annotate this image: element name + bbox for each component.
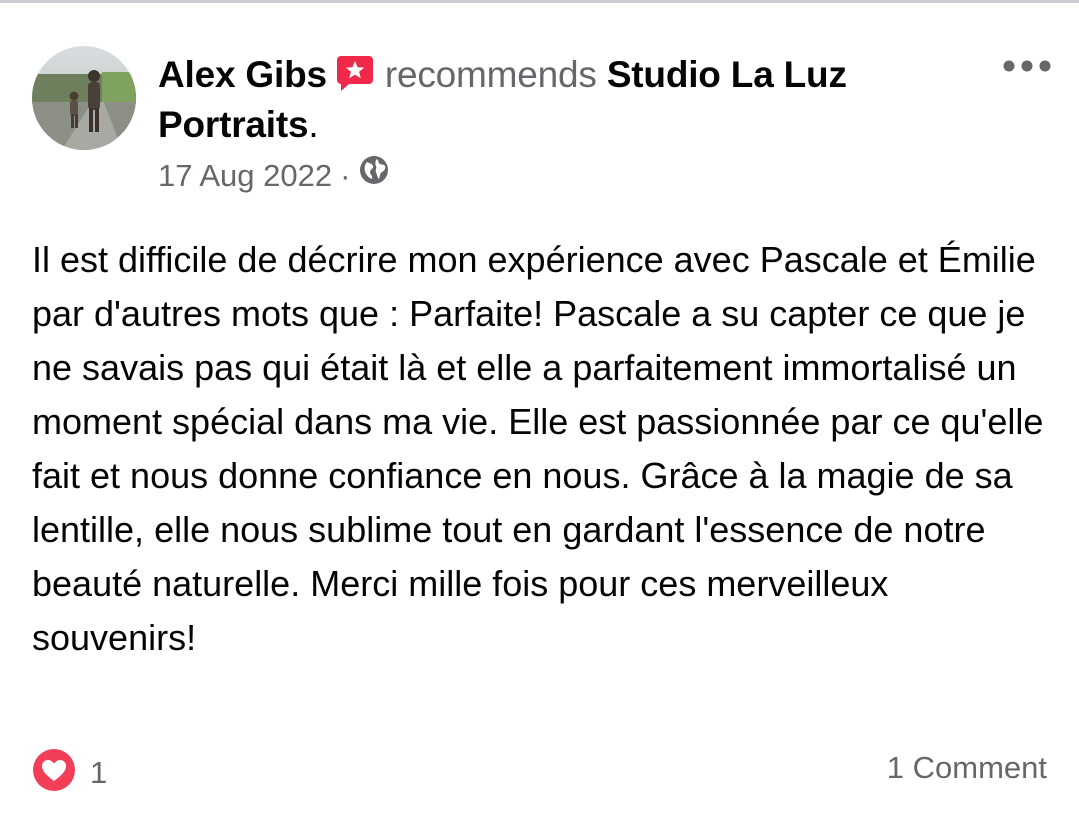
reactions-summary[interactable]: 1 bbox=[32, 748, 107, 797]
post-header: Alex Gibs recommends Studio La Luz Portr… bbox=[158, 50, 958, 150]
avatar[interactable] bbox=[32, 46, 136, 150]
reaction-count: 1 bbox=[90, 754, 108, 790]
recommend-flag-icon bbox=[335, 54, 375, 92]
author-name[interactable]: Alex Gibs bbox=[158, 54, 327, 95]
recommendation-post: Alex Gibs recommends Studio La Luz Portr… bbox=[0, 0, 1079, 825]
comments-link[interactable]: 1 Comment bbox=[887, 750, 1047, 786]
post-text: Il est difficile de décrire mon expérien… bbox=[32, 239, 1044, 658]
meta-separator: · bbox=[340, 158, 351, 193]
header-period: . bbox=[308, 104, 319, 145]
more-options-icon[interactable] bbox=[1000, 52, 1054, 80]
post-meta: 17 Aug 2022 · bbox=[158, 154, 390, 198]
post-date[interactable]: 17 Aug 2022 bbox=[158, 154, 332, 198]
love-reaction-icon bbox=[32, 748, 76, 797]
recommends-text: recommends bbox=[384, 54, 597, 95]
globe-icon bbox=[358, 154, 390, 198]
